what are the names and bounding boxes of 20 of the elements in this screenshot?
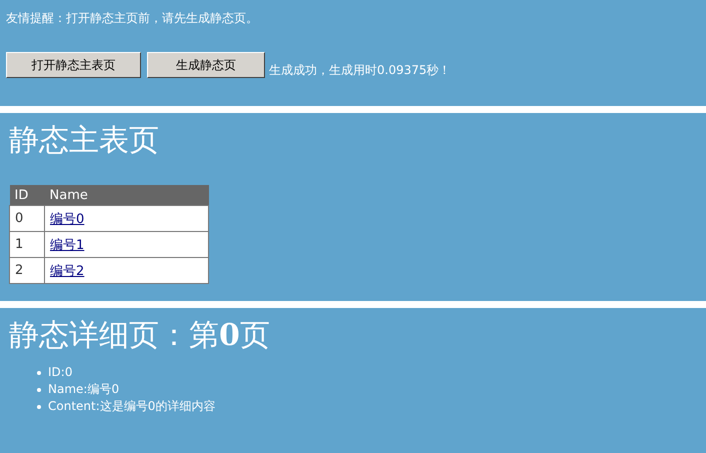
bullet-icon — [37, 370, 41, 374]
bullet-icon — [37, 388, 41, 392]
column-header: ID — [10, 185, 44, 206]
name-link[interactable]: 编号1 — [50, 238, 84, 252]
detail-text: Name:编号0 — [48, 381, 120, 398]
table-cell: 1 — [10, 232, 44, 258]
generate-button[interactable]: 生成静态页 — [147, 52, 265, 78]
table-cell: 0 — [10, 206, 44, 232]
table-cell: 2 — [10, 258, 44, 284]
section-title: 静态主表页 — [9, 122, 160, 160]
section-title: 静态详细页：第0页 — [9, 317, 271, 355]
detail-text: Content:这是编号0的详细内容 — [48, 398, 216, 415]
name-link[interactable]: 编号0 — [50, 212, 84, 226]
column-header: Name — [44, 185, 208, 206]
detail-text: ID:0 — [48, 364, 72, 381]
status-text: 生成成功，生成用时0.09375秒！ — [269, 62, 451, 78]
name-link[interactable]: 编号2 — [50, 264, 84, 278]
open-index-button[interactable]: 打开静态主表页 — [6, 52, 141, 78]
bullet-icon — [37, 404, 41, 408]
notice-text: 友情提醒：打开静态主页前，请先生成静态页。 — [6, 10, 259, 26]
